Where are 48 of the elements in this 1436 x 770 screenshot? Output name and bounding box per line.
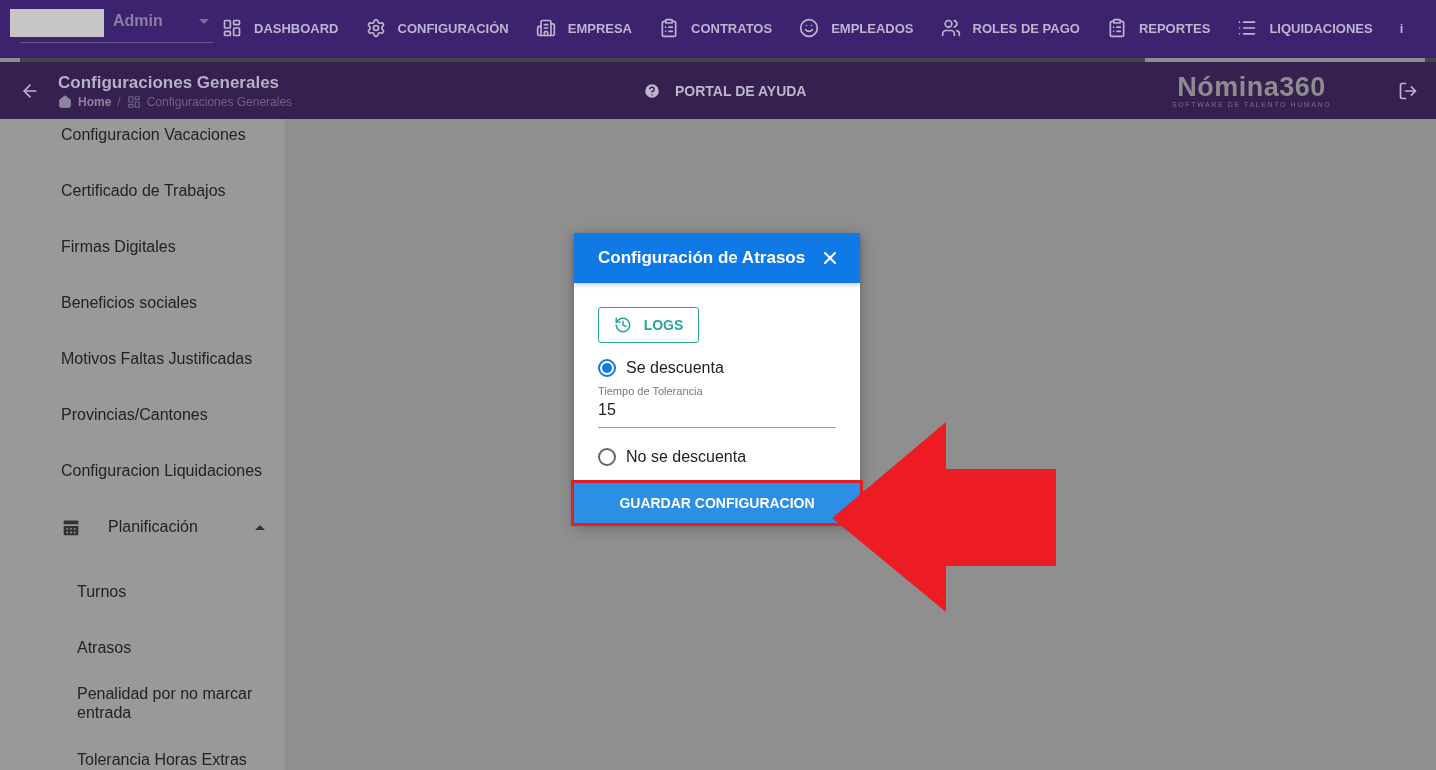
radio-option[interactable]: No se descuenta — [598, 448, 836, 466]
face-icon — [799, 18, 820, 38]
logs-button[interactable]: LOGS — [598, 307, 699, 343]
dashboard-icon — [126, 94, 141, 109]
scroll-bar[interactable] — [20, 58, 1436, 62]
nav-item[interactable]: ROLES DE PAGO — [940, 18, 1080, 38]
radio-button[interactable] — [598, 359, 616, 377]
sidebar-item[interactable]: Firmas Digitales — [0, 219, 285, 275]
breadcrumb-separator: / — [117, 94, 121, 109]
sidebar-item[interactable]: Configuracion Liquidaciones — [0, 443, 285, 499]
logout-icon[interactable] — [1398, 80, 1418, 101]
gear-icon — [365, 18, 386, 38]
sidebar-item[interactable]: Atrasos — [0, 619, 285, 675]
save-button[interactable]: GUARDAR CONFIGURACION — [574, 483, 860, 523]
dashboard-icon — [222, 18, 242, 38]
list-icon — [1237, 18, 1258, 38]
sidebar-item[interactable]: Penalidad por no marcar entrada — [0, 675, 285, 731]
sidebar-item[interactable]: Certificado de Trabajos — [0, 163, 285, 219]
nav-item[interactable]: CONTRATOS — [659, 18, 773, 38]
radio-button[interactable] — [598, 448, 616, 466]
clipboard-icon — [659, 18, 679, 38]
logo: Nómina360 — [1177, 73, 1326, 101]
sidebar-item[interactable]: Configuracion Vacaciones — [0, 119, 285, 163]
nav-item[interactable]: EMPLEADOS — [799, 18, 914, 38]
history-icon — [613, 316, 632, 334]
sidebar-group[interactable]: Planificación — [0, 499, 285, 563]
dialog-title: Configuración de Atrasos — [598, 248, 806, 268]
nav-item[interactable]: CONFIGURACIÓN — [365, 18, 509, 38]
page-title: Configuraciones Generales — [58, 72, 281, 93]
breadcrumb-link[interactable]: Home — [78, 94, 112, 109]
radio-option[interactable]: Se descuenta — [598, 359, 836, 377]
nav-item[interactable]: LIQUIDACIONES — [1237, 18, 1373, 38]
sidebar-item[interactable]: Provincias/Cantones — [0, 387, 285, 443]
nav-item[interactable]: DASHBOARD — [222, 18, 339, 38]
input-field[interactable]: Tiempo de Tolerancia 15 — [598, 385, 836, 428]
nav-item[interactable]: REPORTES — [1106, 18, 1211, 38]
nav-item[interactable]: i — [1399, 20, 1404, 36]
home-icon — [58, 94, 72, 109]
help-portal-link[interactable]: PORTAL DE AYUDA — [643, 81, 807, 100]
nav-item[interactable]: EMPRESA — [535, 18, 632, 38]
building-icon — [535, 18, 556, 38]
sidebar-item[interactable]: Beneficios sociales — [0, 275, 285, 331]
sidebar-item[interactable]: Motivos Faltas Justificadas — [0, 331, 285, 387]
help-icon — [643, 81, 661, 100]
breadcrumb-item: Configuraciones Generales — [146, 94, 293, 109]
sidebar-item[interactable]: Tolerancia Horas Extras — [0, 731, 285, 770]
sidebar-item[interactable]: Turnos — [0, 563, 285, 619]
people-icon — [940, 18, 961, 38]
